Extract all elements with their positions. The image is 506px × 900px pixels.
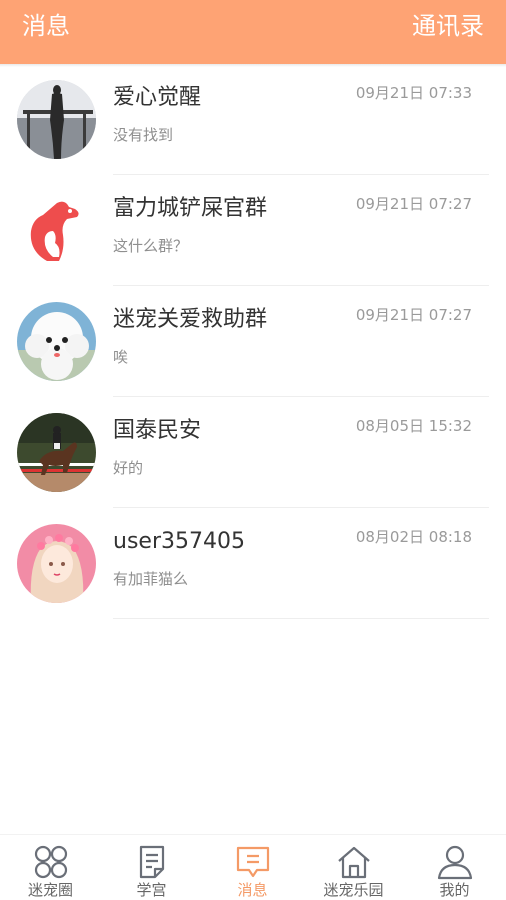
document-icon <box>133 843 171 881</box>
user-icon <box>436 843 474 881</box>
tab-label: 迷宠乐园 <box>323 881 384 899</box>
conversation-preview: 这什么群？ <box>113 237 189 255</box>
home-icon <box>335 843 373 881</box>
conversation-preview: 没有找到 <box>113 126 174 144</box>
conversation-preview: 有加菲猫么 <box>113 570 189 588</box>
tab-pet-park[interactable]: 迷宠乐园 <box>303 835 404 900</box>
contacts-button[interactable]: 通讯录 <box>412 10 484 42</box>
message-icon <box>234 843 272 881</box>
avatar-horse-rider <box>17 413 96 492</box>
avatar-anime-girl <box>17 524 96 603</box>
conversation-item[interactable]: 国泰民安 08月05日 15:32 好的 <box>0 397 506 508</box>
top-bar: 消息 通讯录 <box>0 0 506 64</box>
conversation-name: 迷宠关爱救助群 <box>113 307 268 332</box>
avatar-woman-balcony <box>17 80 96 159</box>
tab-label: 我的 <box>439 881 470 899</box>
page-title: 消息 <box>22 12 70 40</box>
avatar-dog-cat-logo <box>17 191 96 270</box>
tab-pet-circle[interactable]: 迷宠圈 <box>0 835 101 900</box>
conversation-item[interactable]: 迷宠关爱救助群 09月21日 07:27 唉 <box>0 286 506 397</box>
bottom-tab-bar: 迷宠圈 学宫 消息 迷宠乐园 我的 <box>0 834 506 900</box>
conversation-item[interactable]: 富力城铲屎官群 09月21日 07:27 这什么群？ <box>0 175 506 286</box>
conversation-name: 富力城铲屎官群 <box>113 196 268 221</box>
avatar-white-dog <box>17 302 96 381</box>
conversation-list: 爱心觉醒 09月21日 07:33 没有找到 富力城铲屎官群 09月21日 07… <box>0 64 506 619</box>
grid-circles-icon <box>32 843 70 881</box>
conversation-name: user357405 <box>113 529 245 554</box>
conversation-time: 08月02日 08:18 <box>355 528 472 546</box>
tab-messages[interactable]: 消息 <box>202 835 303 900</box>
conversation-item[interactable]: 爱心觉醒 09月21日 07:33 没有找到 <box>0 64 506 175</box>
conversation-preview: 好的 <box>113 459 144 477</box>
tab-label: 消息 <box>237 881 268 899</box>
tab-label: 迷宠圈 <box>27 881 73 899</box>
tab-label: 学宫 <box>136 881 167 899</box>
conversation-name: 国泰民安 <box>113 418 202 443</box>
conversation-time: 09月21日 07:33 <box>355 84 472 102</box>
conversation-preview: 唉 <box>113 348 129 366</box>
conversation-item[interactable]: user357405 08月02日 08:18 有加菲猫么 <box>0 508 506 619</box>
conversation-time: 09月21日 07:27 <box>355 306 472 324</box>
tab-mine[interactable]: 我的 <box>404 835 505 900</box>
divider <box>113 618 489 619</box>
conversation-time: 08月05日 15:32 <box>355 417 472 435</box>
conversation-time: 09月21日 07:27 <box>355 195 472 213</box>
conversation-name: 爱心觉醒 <box>113 85 202 110</box>
tab-academy[interactable]: 学宫 <box>101 835 202 900</box>
